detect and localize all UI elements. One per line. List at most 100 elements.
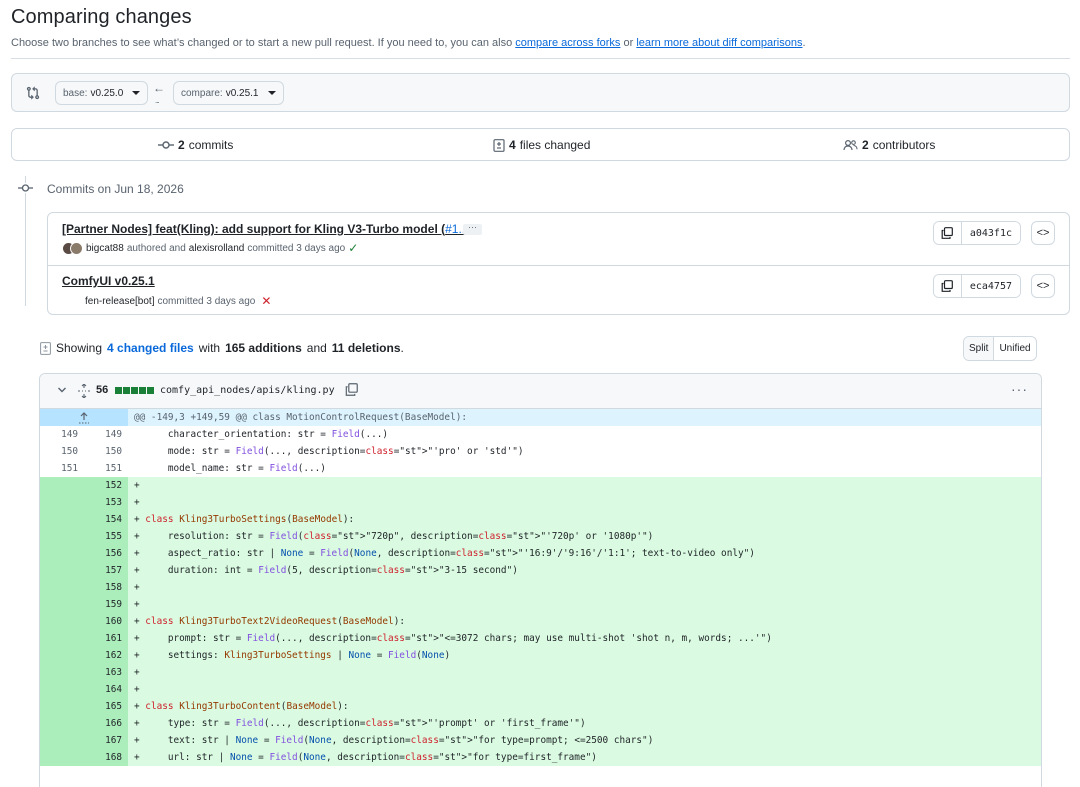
old-line-number[interactable] xyxy=(40,562,84,579)
code-line: + prompt: str = Field(..., description=c… xyxy=(128,630,1041,647)
chevron-down-icon[interactable] xyxy=(57,385,67,395)
diff-line-added: 154 + class Kling3TurboSettings(BaseModel… xyxy=(40,511,1041,528)
old-line-number[interactable] xyxy=(40,732,84,749)
contributors-count: 2 xyxy=(862,138,869,152)
old-line-number[interactable] xyxy=(40,545,84,562)
copy-icon[interactable] xyxy=(933,275,962,297)
new-line-number[interactable]: 152 xyxy=(84,477,128,494)
expand-up-icon[interactable] xyxy=(40,409,128,426)
new-line-number[interactable]: 153 xyxy=(84,494,128,511)
files-changed-tab[interactable]: 4 files changed xyxy=(493,138,590,152)
arrow-left-icon: ← xyxy=(153,81,165,95)
compare-branch-select[interactable]: compare: v0.25.1 xyxy=(173,81,284,105)
diff-line-added: 158 + xyxy=(40,579,1041,596)
committed-text: committed 3 days ago xyxy=(247,242,346,254)
x-icon[interactable]: ✕ xyxy=(261,294,271,308)
compare-forks-link[interactable]: compare across forks xyxy=(515,37,620,49)
showing-and: and xyxy=(306,341,327,355)
new-line-number[interactable]: 160 xyxy=(84,613,128,630)
check-icon[interactable]: ✓ xyxy=(348,241,358,255)
new-line-number[interactable]: 158 xyxy=(84,579,128,596)
commit-sha-link[interactable]: eca4757 xyxy=(961,275,1020,297)
new-line-number[interactable]: 151 xyxy=(84,460,128,477)
copy-icon[interactable] xyxy=(933,222,962,244)
old-line-number[interactable] xyxy=(40,698,84,715)
new-line-number[interactable]: 155 xyxy=(84,528,128,545)
old-line-number[interactable] xyxy=(40,494,84,511)
code-icon[interactable]: <> xyxy=(1031,274,1055,298)
old-line-number[interactable] xyxy=(40,613,84,630)
subtitle-text: Choose two branches to see what’s change… xyxy=(11,37,516,49)
diff-line-added: 153 + xyxy=(40,494,1041,511)
commit-title-link[interactable]: ComfyUI v0.25.1 xyxy=(62,274,155,288)
diff-line-context: 149149 character_orientation: str = Fiel… xyxy=(40,426,1041,443)
changed-files-link[interactable]: 4 changed files xyxy=(107,341,194,355)
copy-icon[interactable] xyxy=(345,383,358,396)
avatar xyxy=(62,241,83,255)
new-line-number[interactable]: 167 xyxy=(84,732,128,749)
commits-label: commits xyxy=(188,138,234,152)
new-line-number[interactable]: 157 xyxy=(84,562,128,579)
new-line-number[interactable]: 149 xyxy=(84,426,128,443)
base-branch-select[interactable]: base: v0.25.0 xyxy=(55,81,149,105)
new-line-number[interactable]: 166 xyxy=(84,715,128,732)
chevron-down-icon xyxy=(132,91,141,95)
code-line: + class Kling3TurboContent(BaseModel): xyxy=(128,698,1041,715)
more-options-icon[interactable]: ··· xyxy=(1011,381,1028,397)
commit-sha-link[interactable]: a043f1c xyxy=(961,222,1020,244)
code-icon[interactable]: <> xyxy=(1031,221,1055,245)
new-line-number[interactable]: 168 xyxy=(84,749,128,766)
new-line-number[interactable]: 161 xyxy=(84,630,128,647)
old-line-number[interactable] xyxy=(40,715,84,732)
file-header: 56 comfy_api_nodes/apis/kling.py ··· xyxy=(40,374,1041,409)
commit-list: [Partner Nodes] feat(Kling): add support… xyxy=(47,212,1070,315)
code-line: + text: str | None = Field(None, descrip… xyxy=(128,732,1041,749)
old-line-number[interactable]: 151 xyxy=(40,460,84,477)
code-line: + duration: int = Field(5, description=c… xyxy=(128,562,1041,579)
old-line-number[interactable] xyxy=(40,528,84,545)
diff-line-added: 166 + type: str = Field(..., description=… xyxy=(40,715,1041,732)
author-link[interactable]: fen-release[bot] xyxy=(85,296,155,307)
new-line-number[interactable]: 164 xyxy=(84,681,128,698)
chevron-down-icon xyxy=(267,91,276,95)
file-path-link[interactable]: comfy_api_nodes/apis/kling.py xyxy=(160,385,335,396)
new-line-number[interactable]: 159 xyxy=(84,596,128,613)
unfold-icon[interactable] xyxy=(78,384,90,398)
old-line-number[interactable] xyxy=(40,511,84,528)
compare-label: compare: xyxy=(181,87,223,99)
new-line-number[interactable]: 162 xyxy=(84,647,128,664)
code-line: character_orientation: str = Field(...) xyxy=(134,429,389,440)
author-link[interactable]: bigcat88 xyxy=(86,243,124,254)
old-line-number[interactable] xyxy=(40,579,84,596)
contributors-tab[interactable]: 2 contributors xyxy=(843,138,935,152)
commits-tab[interactable]: 2 commits xyxy=(158,138,233,152)
learn-more-link[interactable]: learn more about diff comparisons xyxy=(636,37,802,49)
unified-view-button[interactable]: Unified xyxy=(994,337,1035,360)
new-line-number[interactable]: 154 xyxy=(84,511,128,528)
diff-line-context: 150150 mode: str = Field(..., descriptio… xyxy=(40,443,1041,460)
old-line-number[interactable] xyxy=(40,647,84,664)
page-subtitle: Choose two branches to see what’s change… xyxy=(11,37,806,49)
old-line-number[interactable] xyxy=(40,630,84,647)
new-line-number[interactable]: 156 xyxy=(84,545,128,562)
new-line-number[interactable]: 165 xyxy=(84,698,128,715)
new-line-number[interactable]: 150 xyxy=(84,443,128,460)
old-line-number[interactable] xyxy=(40,596,84,613)
range-editor: base: v0.25.0 ← ... compare: v0.25.1 xyxy=(11,73,1070,112)
old-line-number[interactable] xyxy=(40,749,84,766)
diff-stats: Showing 4 changed files with 165 additio… xyxy=(40,341,404,355)
expand-message-button[interactable]: ··· xyxy=(463,223,482,235)
old-line-number[interactable] xyxy=(40,477,84,494)
split-view-button[interactable]: Split xyxy=(964,337,995,360)
diff-view-toggle: Split Unified xyxy=(963,336,1037,361)
old-line-number[interactable] xyxy=(40,664,84,681)
new-line-number[interactable]: 163 xyxy=(84,664,128,681)
diffstat-bars xyxy=(115,387,154,394)
committer-link[interactable]: alexisrolland xyxy=(189,243,245,254)
commit-title-link[interactable]: [Partner Nodes] feat(Kling): add support… xyxy=(62,222,468,236)
code-line: + xyxy=(128,664,1041,681)
commit-meta: bigcat88 authored and alexisrolland comm… xyxy=(62,241,358,255)
diff-table: @@ -149,3 +149,59 @@ class MotionControl… xyxy=(40,409,1041,766)
old-line-number[interactable] xyxy=(40,681,84,698)
deletions-count: 11 deletions xyxy=(331,341,401,355)
